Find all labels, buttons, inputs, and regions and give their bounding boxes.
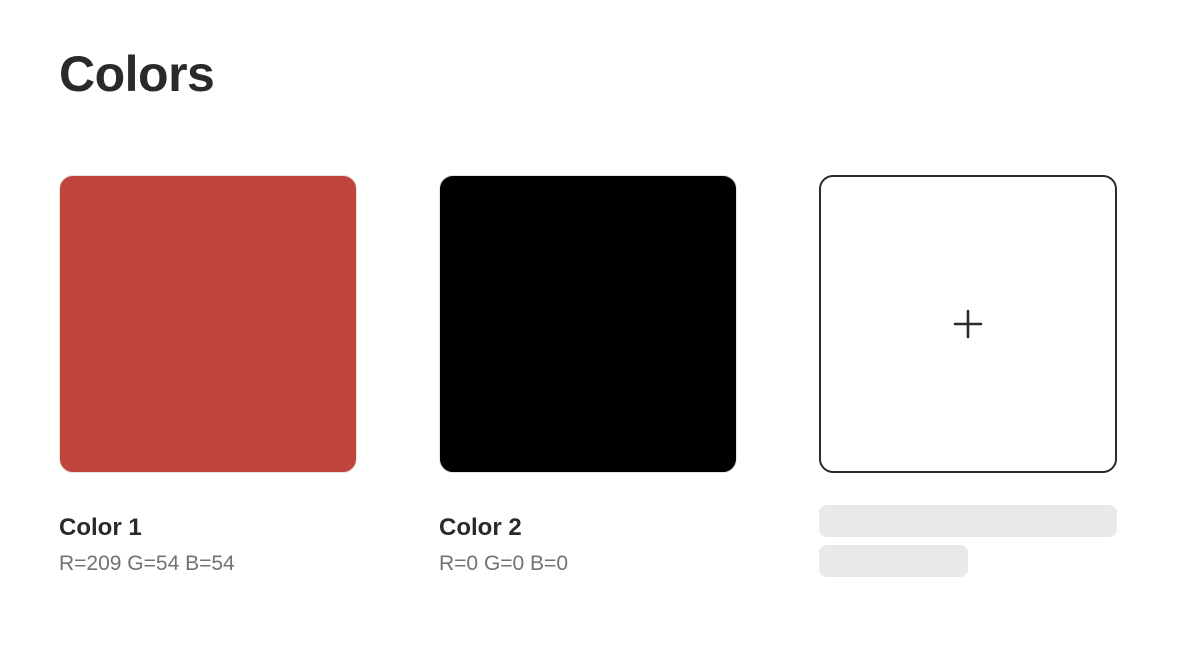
add-color-card — [819, 175, 1117, 577]
plus-icon — [953, 309, 983, 339]
color-name-2: Color 2 — [439, 514, 522, 541]
add-color-button[interactable] — [819, 175, 1117, 473]
page-title: Colors — [59, 46, 215, 102]
color-rgb-1: R=209 G=54 B=54 — [59, 552, 235, 575]
placeholder-name-line — [819, 505, 1117, 537]
color-rgb-2: R=0 G=0 B=0 — [439, 552, 569, 575]
color-name-1: Color 1 — [59, 514, 142, 541]
color-swatch-1[interactable] — [59, 175, 357, 473]
color-swatch-grid: Color 1 R=209 G=54 B=54 Color 2 R=0 G=0 … — [59, 175, 1117, 577]
color-card-2[interactable]: Color 2 R=0 G=0 B=0 — [439, 175, 737, 577]
color-swatch-2[interactable] — [439, 175, 737, 473]
color-card-1[interactable]: Color 1 R=209 G=54 B=54 — [59, 175, 357, 577]
placeholder-rgb-line — [819, 545, 968, 577]
